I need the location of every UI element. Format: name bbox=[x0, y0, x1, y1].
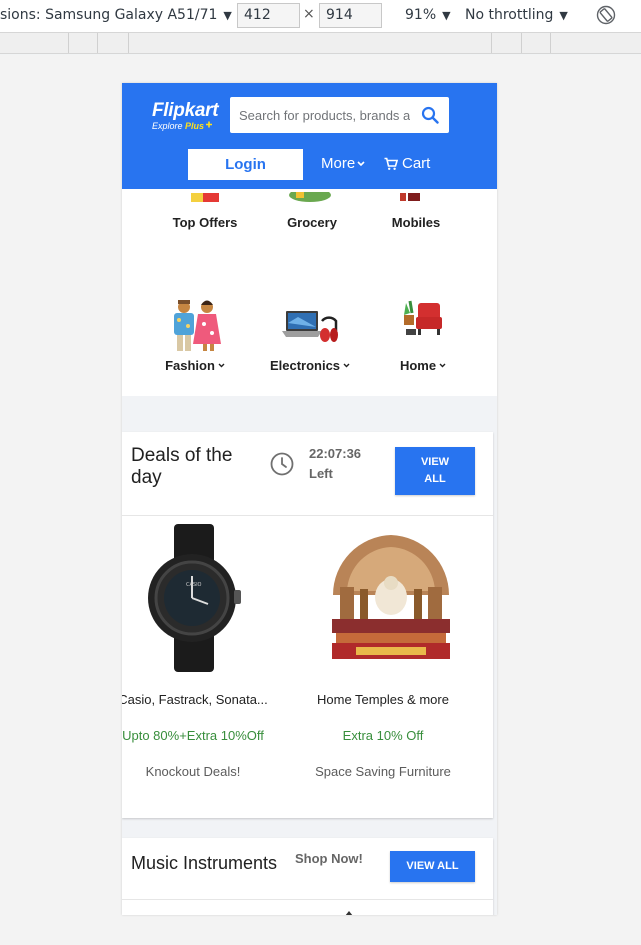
throttle-dropdown-caret-icon: ▼ bbox=[559, 9, 568, 22]
cart-icon bbox=[384, 157, 398, 170]
dimension-separator: × bbox=[303, 6, 315, 22]
viewport-height-input[interactable]: 914 bbox=[319, 3, 382, 28]
deals-of-the-day-card: Deals of the day 22:07:36 Left VIEW ALL … bbox=[122, 432, 493, 818]
cart-label: Cart bbox=[402, 155, 431, 172]
device-dropdown-caret-icon: ▼ bbox=[223, 9, 232, 22]
product-offer: Upto 80%+Extra 10%Off bbox=[122, 728, 264, 743]
product-image-peek bbox=[345, 911, 353, 915]
device-selector[interactable]: sions: Samsung Galaxy A51/71 ▼ bbox=[0, 7, 232, 23]
shop-now-link[interactable]: Shop Now! bbox=[295, 851, 363, 866]
throttle-value: No throttling bbox=[465, 7, 554, 23]
timer-value: 22:07:36 bbox=[309, 446, 362, 461]
deal-product-watches[interactable]: Casio, Fastrack, Sonata... Upto 80%+Extr… bbox=[122, 692, 283, 779]
flipkart-logo[interactable]: Flipkart Explore Plus bbox=[152, 100, 219, 131]
zoom-dropdown-caret-icon: ▼ bbox=[442, 9, 451, 22]
chevron-down-icon bbox=[218, 363, 225, 368]
category-home[interactable]: Home bbox=[388, 358, 458, 373]
watch-product-image[interactable]: CASIO bbox=[146, 524, 242, 672]
deals-title: Deals of the day bbox=[131, 445, 233, 488]
site-header: Flipkart Explore Plus Login More Cart bbox=[122, 83, 497, 189]
chevron-down-icon bbox=[343, 363, 350, 368]
mobile-page: Flipkart Explore Plus Login More Cart bbox=[122, 83, 497, 915]
category-grocery[interactable]: Grocery bbox=[272, 215, 352, 230]
login-button[interactable]: Login bbox=[188, 149, 303, 180]
logo-tagline: Explore Plus bbox=[152, 120, 218, 131]
product-subtitle: Knockout Deals! bbox=[145, 764, 241, 779]
viewport-width-input[interactable]: 412 bbox=[237, 3, 300, 28]
category-mobiles[interactable]: Mobiles bbox=[376, 215, 456, 230]
category-top-offers[interactable]: Top Offers bbox=[165, 215, 245, 230]
product-name: Home Temples & more bbox=[317, 692, 449, 707]
category-label: Mobiles bbox=[391, 215, 441, 230]
category-label: Grocery bbox=[287, 215, 337, 230]
zoom-value: 91% bbox=[405, 7, 437, 23]
rotate-icon[interactable] bbox=[596, 5, 616, 25]
category-label: Home bbox=[399, 358, 437, 373]
logo-brand: Flipkart bbox=[152, 100, 219, 121]
search-input[interactable] bbox=[230, 107, 410, 123]
music-instruments-card: Music Instruments Shop Now! VIEW ALL bbox=[122, 838, 493, 915]
media-query-ruler bbox=[0, 32, 641, 54]
home-image bbox=[400, 299, 444, 339]
throttle-selector[interactable]: No throttling ▼ bbox=[465, 7, 568, 23]
category-strip: Top Offers Grocery Mobiles Fashion Elect… bbox=[122, 188, 497, 396]
svg-text:CASIO: CASIO bbox=[186, 582, 202, 588]
category-fashion[interactable]: Fashion bbox=[155, 358, 235, 373]
search-icon[interactable] bbox=[421, 106, 439, 124]
chevron-down-icon bbox=[357, 160, 365, 166]
deals-view-all-button[interactable]: VIEW ALL bbox=[395, 447, 475, 495]
devtools-device-toolbar: sions: Samsung Galaxy A51/71 ▼ 412 × 914 … bbox=[0, 0, 641, 32]
product-offer: Extra 10% Off bbox=[342, 728, 424, 743]
music-title: Music Instruments bbox=[131, 853, 278, 873]
music-view-all-button[interactable]: VIEW ALL bbox=[390, 851, 475, 882]
search-box bbox=[230, 97, 449, 133]
category-electronics[interactable]: Electronics bbox=[265, 358, 355, 373]
product-name: Casio, Fastrack, Sonata... bbox=[122, 692, 268, 707]
grocery-image bbox=[288, 188, 332, 202]
fashion-image bbox=[168, 298, 224, 352]
card-divider bbox=[122, 899, 493, 900]
plus-icon bbox=[206, 121, 213, 128]
timer-suffix: Left bbox=[309, 466, 333, 481]
zoom-selector[interactable]: 91% ▼ bbox=[405, 7, 451, 23]
category-label: Fashion bbox=[165, 358, 215, 373]
more-menu-button[interactable]: More bbox=[321, 155, 365, 172]
temple-product-image[interactable] bbox=[326, 533, 456, 661]
cart-button[interactable]: Cart bbox=[384, 155, 430, 172]
top-offers-image bbox=[191, 189, 221, 202]
deals-timer: 22:07:36 Left bbox=[309, 444, 361, 484]
card-divider bbox=[122, 515, 493, 516]
deal-product-temples[interactable]: Home Temples & more Extra 10% Off Space … bbox=[293, 692, 473, 779]
category-label: Top Offers bbox=[172, 215, 238, 230]
category-label: Electronics bbox=[269, 358, 341, 373]
device-name: sions: Samsung Galaxy A51/71 bbox=[0, 7, 218, 23]
clock-icon bbox=[270, 452, 294, 476]
more-label: More bbox=[321, 155, 356, 172]
electronics-image bbox=[282, 309, 338, 345]
mobiles-image bbox=[398, 189, 432, 201]
chevron-down-icon bbox=[439, 363, 446, 368]
product-subtitle: Space Saving Furniture bbox=[315, 764, 451, 779]
